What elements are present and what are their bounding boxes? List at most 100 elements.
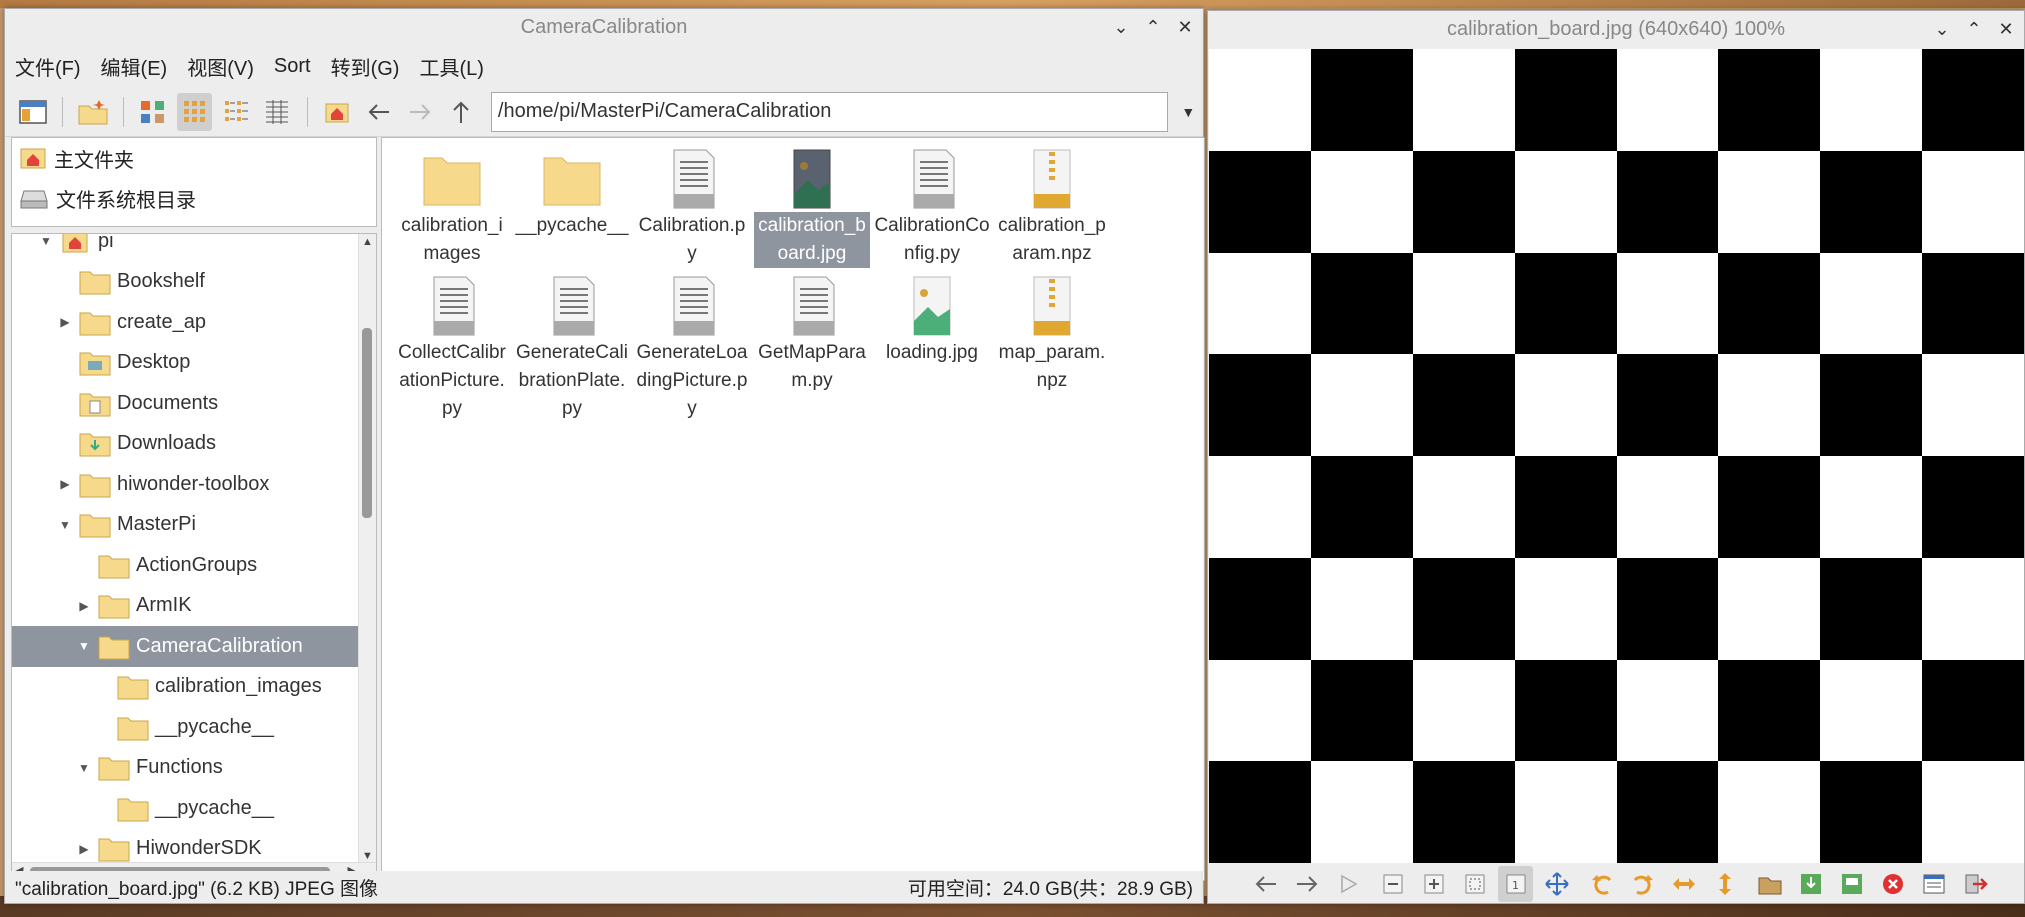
save-icon[interactable] bbox=[1793, 866, 1828, 902]
compact-view-icon[interactable] bbox=[218, 93, 253, 131]
original-size-icon[interactable]: 1 bbox=[1498, 866, 1533, 902]
menu-sort[interactable]: Sort bbox=[274, 55, 311, 78]
tree-item[interactable]: ▼ Functions bbox=[12, 748, 360, 789]
file-item[interactable]: GenerateCalibrationPlate.py bbox=[512, 273, 632, 419]
file-item[interactable]: Calibration.py bbox=[632, 146, 752, 273]
folder-icon bbox=[98, 754, 130, 781]
expanded-arrow-icon[interactable]: ▼ bbox=[38, 234, 54, 248]
file-manager-titlebar[interactable]: CameraCalibration ⌄ ⌃ ✕ bbox=[5, 9, 1203, 45]
checker-square bbox=[1412, 354, 1515, 456]
preferences-icon[interactable] bbox=[1916, 866, 1951, 902]
checker-square bbox=[1616, 557, 1719, 660]
prev-icon[interactable] bbox=[1248, 866, 1283, 902]
checker-square bbox=[1820, 557, 1923, 660]
menu-edit[interactable]: 编辑(E) bbox=[101, 52, 168, 81]
tree-item[interactable]: Desktop bbox=[12, 343, 360, 384]
fullscreen-icon[interactable] bbox=[1539, 866, 1574, 902]
delete-icon[interactable] bbox=[1875, 866, 1910, 902]
tree-item-label: ArmIK bbox=[136, 594, 192, 617]
collapsed-arrow-icon[interactable]: ▶ bbox=[76, 599, 92, 613]
menu-tools[interactable]: 工具(L) bbox=[419, 52, 483, 81]
rotate-right-icon[interactable] bbox=[1625, 866, 1660, 902]
tree-item[interactable]: calibration_images bbox=[12, 667, 360, 708]
close-icon[interactable]: ✕ bbox=[1175, 15, 1195, 39]
expanded-arrow-icon[interactable]: ▼ bbox=[57, 518, 73, 532]
expanded-arrow-icon[interactable]: ▼ bbox=[76, 761, 92, 775]
zoom-out-icon[interactable] bbox=[1375, 866, 1410, 902]
text-file-icon bbox=[900, 148, 964, 210]
place-filesystem-root[interactable]: 文件系统根目录 bbox=[12, 178, 376, 218]
file-item[interactable]: calibration_board.jpg bbox=[752, 146, 872, 273]
new-window-icon[interactable] bbox=[15, 93, 50, 131]
place-home[interactable]: 主文件夹 bbox=[12, 138, 376, 178]
checker-square bbox=[1718, 557, 1821, 660]
menu-view[interactable]: 视图(V) bbox=[187, 52, 254, 81]
image-viewer-titlebar[interactable]: calibration_board.jpg (640x640) 100% ⌄ ⌃… bbox=[1208, 11, 2024, 47]
zoom-in-icon[interactable] bbox=[1416, 866, 1451, 902]
tree-item[interactable]: ▼ CameraCalibration bbox=[12, 626, 360, 667]
text-file-icon bbox=[540, 275, 604, 337]
path-input[interactable]: /home/pi/MasterPi/CameraCalibration bbox=[490, 91, 1168, 132]
quit-icon[interactable] bbox=[1957, 866, 1992, 902]
menu-go[interactable]: 转到(G) bbox=[331, 52, 400, 81]
tree-item[interactable]: ▶ hiwonder-toolbox bbox=[12, 464, 360, 505]
tree-item-label: Functions bbox=[136, 756, 223, 779]
back-arrow-icon[interactable] bbox=[361, 93, 396, 131]
collapsed-arrow-icon[interactable]: ▶ bbox=[76, 842, 92, 856]
flip-vertical-icon[interactable] bbox=[1707, 866, 1742, 902]
file-item[interactable]: CalibrationConfig.py bbox=[872, 146, 992, 273]
collapsed-arrow-icon[interactable]: ▶ bbox=[57, 315, 73, 329]
tree-item[interactable]: Documents bbox=[12, 383, 360, 424]
play-icon[interactable] bbox=[1330, 866, 1365, 902]
menu-file[interactable]: 文件(F) bbox=[15, 52, 81, 81]
file-item[interactable]: GenerateLoadingPicture.py bbox=[632, 273, 752, 419]
maximize-icon[interactable]: ⌃ bbox=[1143, 15, 1163, 39]
minimize-icon[interactable]: ⌄ bbox=[1932, 17, 1952, 41]
list-view-icon[interactable] bbox=[259, 93, 294, 131]
flip-horizontal-icon[interactable] bbox=[1666, 866, 1701, 902]
close-icon[interactable]: ✕ bbox=[1996, 17, 2016, 41]
text-file-icon bbox=[660, 275, 724, 337]
next-icon[interactable] bbox=[1289, 866, 1324, 902]
file-item[interactable]: GetMapParam.py bbox=[752, 273, 872, 400]
tree-item[interactable]: ▼ MasterPi bbox=[12, 505, 360, 546]
save-as-icon[interactable] bbox=[1834, 866, 1869, 902]
file-item[interactable]: calibration_images bbox=[392, 146, 512, 273]
file-item[interactable]: CollectCalibrationPicture.py bbox=[392, 273, 512, 419]
tree-vertical-scrollbar[interactable]: ▲ ▼ bbox=[358, 234, 376, 864]
expanded-arrow-icon[interactable]: ▼ bbox=[76, 639, 92, 653]
open-icon[interactable] bbox=[1752, 866, 1787, 902]
status-selection-info: "calibration_board.jpg" (6.2 KB) JPEG 图像 bbox=[15, 878, 379, 900]
thumbnail-view-icon[interactable] bbox=[136, 93, 171, 131]
collapsed-arrow-icon[interactable]: ▶ bbox=[57, 477, 73, 491]
minimize-icon[interactable]: ⌄ bbox=[1111, 15, 1131, 39]
folder-icon bbox=[117, 714, 149, 741]
checker-square bbox=[1718, 456, 1821, 558]
toolbar: /home/pi/MasterPi/CameraCalibration ▼ bbox=[5, 87, 1203, 137]
checker-square bbox=[1310, 659, 1413, 762]
tree-item[interactable]: ActionGroups bbox=[12, 545, 360, 586]
tree-item[interactable]: __pycache__ bbox=[12, 788, 360, 829]
home-icon[interactable] bbox=[320, 93, 355, 131]
path-dropdown-icon[interactable]: ▼ bbox=[1174, 92, 1203, 132]
file-item[interactable]: __pycache__ bbox=[512, 146, 632, 273]
window-title: CameraCalibration bbox=[520, 15, 688, 38]
file-item[interactable]: map_param.npz bbox=[992, 273, 1112, 400]
tree-item[interactable]: ▶ create_ap bbox=[12, 302, 360, 343]
file-item[interactable]: loading.jpg bbox=[872, 273, 992, 400]
tree-item[interactable]: Downloads bbox=[12, 424, 360, 465]
tree-item[interactable]: ▶ ArmIK bbox=[12, 586, 360, 627]
rotate-left-icon[interactable] bbox=[1584, 866, 1619, 902]
maximize-icon[interactable]: ⌃ bbox=[1964, 17, 1984, 41]
tree-item[interactable]: ▼ pi bbox=[12, 234, 360, 262]
checker-square bbox=[1412, 150, 1515, 253]
checker-square bbox=[1209, 49, 1311, 151]
tree-item[interactable]: Bookshelf bbox=[12, 262, 360, 303]
file-item[interactable]: calibration_param.npz bbox=[992, 146, 1112, 273]
icon-view-icon[interactable] bbox=[176, 92, 213, 131]
up-arrow-icon[interactable] bbox=[444, 93, 479, 131]
fit-icon[interactable] bbox=[1457, 866, 1492, 902]
new-folder-icon[interactable] bbox=[75, 93, 110, 131]
tree-item[interactable]: __pycache__ bbox=[12, 707, 360, 748]
forward-arrow-icon[interactable] bbox=[402, 93, 437, 131]
